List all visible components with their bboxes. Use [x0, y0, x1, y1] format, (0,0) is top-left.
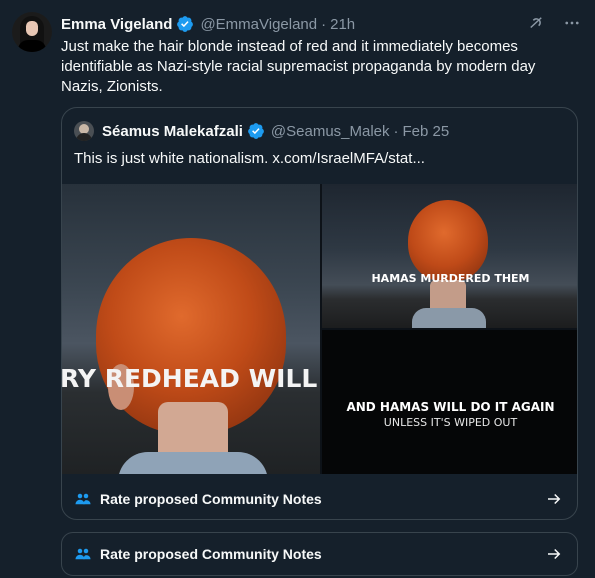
tweet-text: Just make the hair blonde instead of red…: [61, 38, 536, 95]
separator-dot: ·: [393, 122, 399, 140]
verified-badge-icon: [177, 16, 194, 32]
media-image-top-right[interactable]: HAMAS MURDERED THEM: [322, 184, 577, 328]
tweet-header: Emma Vigeland @EmmaVigeland · 21h: [61, 14, 355, 34]
image-caption: UNLESS IT'S WIPED OUT: [383, 416, 518, 429]
arrow-right-icon: [548, 548, 561, 560]
quote-author-name[interactable]: Séamus Malekafzali: [102, 123, 243, 140]
image-caption: HAMAS MURDERED THEM: [371, 272, 530, 285]
community-notes-outer[interactable]: Rate proposed Community Notes: [61, 532, 578, 576]
author-name[interactable]: Emma Vigeland: [61, 16, 172, 33]
quote-text: This is just white nationalism. x.com/Is…: [74, 150, 425, 167]
quote-author-handle[interactable]: @Seamus_Malek: [271, 123, 390, 140]
avatar[interactable]: [12, 12, 52, 52]
community-notes-inner[interactable]: Rate proposed Community Notes: [62, 478, 577, 519]
community-notes-label: Rate proposed Community Notes: [100, 491, 322, 507]
quote-avatar[interactable]: [74, 121, 94, 141]
arrow-right-icon: [548, 493, 561, 505]
tweet[interactable]: Emma Vigeland @EmmaVigeland · 21h Just m…: [0, 0, 595, 578]
community-notes-label: Rate proposed Community Notes: [100, 546, 322, 562]
quote-header: Séamus Malekafzali @Seamus_Malek · Feb 2…: [74, 121, 449, 141]
media-image-bottom-right[interactable]: AND HAMAS WILL DO IT AGAIN UNLESS IT'S W…: [322, 330, 577, 474]
author-handle[interactable]: @EmmaVigeland: [200, 16, 317, 33]
quoted-tweet[interactable]: Séamus Malekafzali @Seamus_Malek · Feb 2…: [61, 107, 578, 520]
more-icon[interactable]: [563, 14, 581, 32]
tweet-time[interactable]: 21h: [330, 16, 355, 33]
people-icon: [75, 493, 91, 505]
separator-dot: ·: [321, 15, 327, 33]
image-caption: RY REDHEAD WILL REMIN: [62, 364, 320, 393]
image-caption: AND HAMAS WILL DO IT AGAIN: [346, 400, 555, 414]
media-image-left[interactable]: RY REDHEAD WILL REMIN: [62, 184, 320, 474]
people-icon: [75, 548, 91, 560]
verified-badge-icon: [248, 123, 264, 139]
tweet-actions-top: [527, 14, 581, 32]
quote-time[interactable]: Feb 25: [403, 123, 450, 140]
community-notes-row[interactable]: Rate proposed Community Notes: [62, 533, 579, 575]
media-grid: RY REDHEAD WILL REMIN HAMAS MURDERED THE…: [62, 184, 577, 474]
grok-icon[interactable]: [527, 14, 545, 32]
